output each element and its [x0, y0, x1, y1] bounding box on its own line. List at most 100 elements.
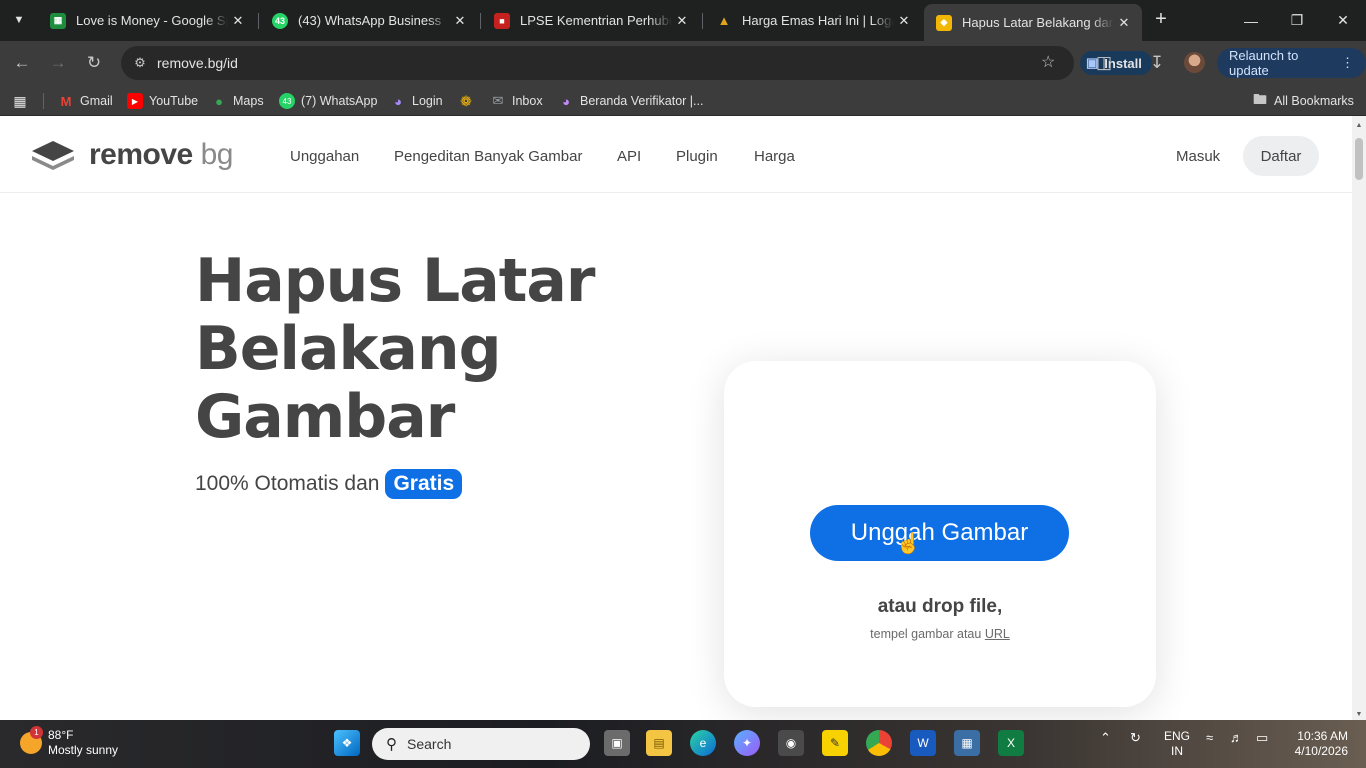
sticky-notes-icon[interactable]: ✎ — [822, 730, 848, 756]
start-icon[interactable]: ❖ — [334, 730, 360, 756]
reload-icon[interactable]: ↻ — [80, 49, 108, 77]
camera-icon[interactable]: ◉ — [778, 730, 804, 756]
paste-prefix: tempel gambar atau — [870, 627, 982, 641]
youtube-icon: ▶ — [127, 93, 143, 109]
minimize-icon[interactable]: — — [1228, 0, 1274, 41]
address-bar[interactable]: ⚙ remove.bg/id ▣ Install ☆ — [121, 46, 1152, 80]
tab-search-chevron-icon[interactable]: ▼ — [7, 9, 31, 31]
windows-taskbar: 1 88°F Mostly sunny ❖ ⚲ Search ▣ ▤ e ✦ ◉… — [0, 720, 1366, 768]
window-close-icon[interactable]: ✕ — [1320, 0, 1366, 41]
weather-widget[interactable]: 1 88°F Mostly sunny — [20, 726, 118, 758]
copilot-icon[interactable]: ✦ — [734, 730, 760, 756]
task-view-icon[interactable]: ▣ — [604, 730, 630, 756]
volume-icon[interactable]: ♬ — [1230, 730, 1243, 745]
close-icon[interactable]: ✕ — [1114, 15, 1134, 31]
back-icon[interactable]: ← — [8, 49, 36, 77]
hero-subtitle: 100% Otomatis dan Gratis — [195, 469, 463, 499]
new-tab-icon[interactable]: + — [1150, 9, 1172, 31]
bookmark-star-icon[interactable]: ☆ — [1041, 52, 1055, 72]
paste-text: tempel gambar atau URL — [724, 627, 1156, 641]
lang-line2: IN — [1171, 744, 1183, 758]
all-bookmarks[interactable]: 🖿 All Bookmarks — [1252, 91, 1354, 111]
close-icon[interactable]: ✕ — [228, 13, 248, 29]
tab-title: Love is Money - Google Spre — [76, 13, 228, 28]
tab-title: Harga Emas Hari Ini | Logam — [742, 13, 894, 28]
hand-cursor-icon: ☝ — [896, 533, 921, 555]
scroll-thumb[interactable] — [1355, 138, 1363, 180]
chrome-icon[interactable] — [866, 730, 892, 756]
site-header: remove bg Unggahan Pengeditan Banyak Gam… — [0, 116, 1352, 193]
nav-harga[interactable]: Harga — [754, 148, 795, 165]
close-icon[interactable]: ✕ — [672, 13, 692, 29]
logo-main: remove — [89, 138, 193, 171]
tab-sheets[interactable]: ▦ Love is Money - Google Spre ✕ — [38, 6, 256, 35]
edge-icon[interactable]: e — [690, 730, 716, 756]
calculator-icon[interactable]: ▦ — [954, 730, 980, 756]
sheets-icon: ▦ — [50, 12, 66, 29]
bookmark-youtube[interactable]: ▶ YouTube — [127, 91, 198, 111]
nav-plugin[interactable]: Plugin — [676, 148, 718, 165]
page-scrollbar[interactable]: ▲ ▼ — [1352, 116, 1366, 720]
login-link[interactable]: Masuk — [1176, 148, 1220, 165]
bookmarks-bar: ▦ M Gmail ▶ YouTube ● Maps 43 (7) WhatsA… — [0, 85, 1366, 116]
hero-sub-text: 100% Otomatis dan — [195, 472, 380, 495]
relaunch-button[interactable]: Relaunch to update ⋮ — [1217, 48, 1366, 78]
close-icon[interactable]: ✕ — [894, 13, 914, 29]
signup-button[interactable]: Daftar — [1243, 136, 1319, 176]
removebg-logo[interactable]: remove bg — [31, 138, 233, 172]
bookmark-label: Beranda Verifikator |... — [580, 94, 704, 108]
bookmark-whatsapp[interactable]: 43 (7) WhatsApp — [279, 91, 377, 111]
battery-icon[interactable]: ▭ — [1256, 730, 1268, 746]
tab-title: Hapus Latar Belakang dari G — [962, 15, 1114, 30]
apps-icon[interactable]: ▦ — [12, 91, 28, 111]
extensions-icon[interactable]: ◫ — [1090, 49, 1118, 77]
bookmark-maps[interactable]: ● Maps — [211, 91, 264, 111]
close-icon[interactable]: ✕ — [450, 13, 470, 29]
file-explorer-icon[interactable]: ▤ — [646, 730, 672, 756]
tab-lpse[interactable]: ■ LPSE Kementrian Perhubung ✕ — [482, 6, 700, 35]
logo-mark-icon — [32, 141, 74, 170]
excel-icon[interactable]: X — [998, 730, 1024, 756]
wifi-icon[interactable]: ≈ — [1206, 730, 1213, 745]
scroll-up-icon[interactable]: ▲ — [1355, 122, 1363, 129]
weather-badge: 1 — [30, 726, 43, 739]
tab-whatsapp[interactable]: 43 (43) WhatsApp Business ✕ — [260, 6, 478, 35]
nav-api[interactable]: API — [617, 148, 641, 165]
restore-icon[interactable]: ❐ — [1274, 0, 1320, 41]
upload-card[interactable]: Unggah Gambar ☝ atau drop file, tempel g… — [724, 361, 1156, 707]
bookmark-label: Inbox — [512, 94, 543, 108]
nav-unggahan[interactable]: Unggahan — [290, 148, 359, 165]
upload-image-button[interactable]: Unggah Gambar — [810, 505, 1069, 561]
taskbar-search[interactable]: ⚲ Search — [372, 728, 590, 760]
profile-avatar[interactable] — [1184, 52, 1205, 73]
nav-bulk-edit[interactable]: Pengeditan Banyak Gambar — [394, 148, 582, 165]
url-text[interactable]: remove.bg/id — [157, 55, 238, 71]
bookmark-photos[interactable]: ❁ — [458, 91, 474, 111]
bookmark-label: Gmail — [80, 94, 113, 108]
download-icon[interactable]: ↧ — [1143, 49, 1171, 77]
tab-removebg[interactable]: ◆ Hapus Latar Belakang dari G ✕ — [924, 4, 1142, 41]
forward-icon[interactable]: → — [44, 49, 72, 77]
scroll-down-icon[interactable]: ▼ — [1355, 711, 1363, 718]
bookmark-gmail[interactable]: M Gmail — [58, 91, 113, 111]
removebg-icon: ◆ — [936, 14, 952, 31]
url-link[interactable]: URL — [985, 627, 1010, 641]
bookmark-login[interactable]: ◕ Login — [390, 91, 443, 111]
tab-harga-emas[interactable]: ▲ Harga Emas Hari Ini | Logam ✕ — [704, 6, 922, 35]
bookmark-label: YouTube — [149, 94, 199, 108]
page-content: remove bg Unggahan Pengeditan Banyak Gam… — [0, 116, 1352, 720]
language-indicator[interactable]: ENG IN — [1163, 729, 1191, 759]
folder-icon: 🖿 — [1253, 91, 1267, 107]
word-icon[interactable]: W — [910, 730, 936, 756]
tray-overflow-icon[interactable]: ⌃ — [1100, 730, 1111, 746]
relaunch-label: Relaunch to update — [1229, 48, 1299, 78]
clock[interactable]: 10:36 AM 4/10/2026 — [1286, 729, 1348, 759]
sync-icon[interactable]: ↻ — [1130, 730, 1141, 746]
bookmark-beranda[interactable]: ◕ Beranda Verifikator |... — [558, 91, 703, 111]
site-info-icon[interactable]: ⚙ — [129, 52, 151, 74]
logo-text: remove bg — [89, 138, 233, 172]
bookmark-inbox[interactable]: ✉ Inbox — [490, 91, 543, 111]
bookmark-label: Login — [412, 94, 443, 108]
globe-icon: ◕ — [562, 93, 570, 109]
tab-separator — [702, 13, 703, 29]
